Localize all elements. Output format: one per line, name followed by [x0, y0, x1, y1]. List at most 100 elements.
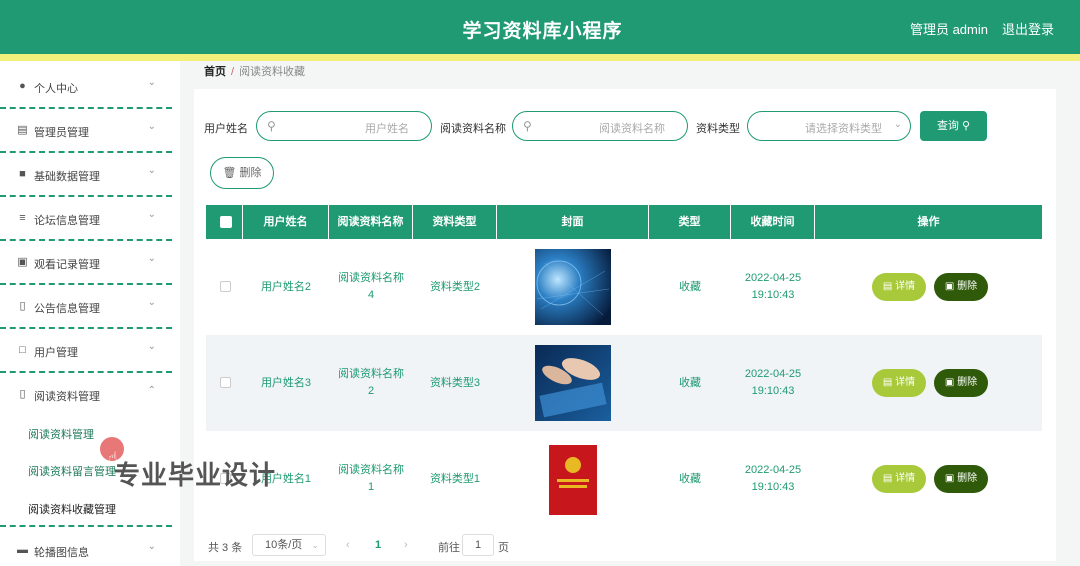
- sidebar-subitem-material-comments[interactable]: 阅读资料留言管理: [28, 463, 116, 479]
- clipboard-icon: ▯: [19, 300, 26, 312]
- sidebar-item-carousel[interactable]: ▬ 轮播图信息 ⌄: [0, 529, 172, 566]
- column-header: 用户姓名: [243, 205, 329, 239]
- clipboard-icon: ▯: [19, 388, 26, 400]
- chevron-down-icon: ⌄: [311, 540, 319, 550]
- cover-image: [535, 441, 611, 517]
- sidebar-item-label: 轮播图信息: [34, 547, 89, 559]
- trash-icon: ▣: [944, 377, 955, 388]
- current-page[interactable]: 1: [375, 539, 381, 551]
- detail-button[interactable]: ▤ 详情: [872, 369, 926, 397]
- table-row: 用户姓名1 阅读资料名称1 资料类型1 收藏 2022-04-25 19:10:…: [206, 431, 1042, 527]
- cell-material: 阅读资料名称1: [338, 464, 404, 493]
- sidebar-item-watch-records[interactable]: ▣ 观看记录管理 ⌄: [0, 241, 172, 285]
- username-input[interactable]: ⚲ 用户姓名: [256, 111, 432, 141]
- material-placeholder: 阅读资料名称: [599, 123, 665, 135]
- detail-button[interactable]: ▤ 详情: [872, 273, 926, 301]
- chevron-up-icon: ⌃: [147, 385, 156, 396]
- batch-delete-button[interactable]: 🗑 删除: [210, 157, 274, 189]
- column-header: 封面: [497, 205, 649, 239]
- favorite-date: 2022-04-25: [744, 464, 802, 476]
- sidebar-item-forum[interactable]: ≡ 论坛信息管理 ⌄: [0, 197, 172, 241]
- trash-icon: ▣: [944, 281, 955, 292]
- delete-button[interactable]: ▣ 删除: [934, 465, 988, 493]
- detail-button-label: 详情: [895, 281, 916, 292]
- chevron-down-icon: ⌄: [147, 253, 156, 264]
- file-icon: ▤: [882, 377, 893, 388]
- cell-material-type: 资料类型2: [429, 280, 481, 293]
- row-checkbox[interactable]: [220, 377, 231, 388]
- page-unit: 页: [498, 542, 509, 554]
- table-row: 用户姓名2 阅读资料名称4 资料类型2 收藏 2022-04-25 19:10:…: [206, 239, 1042, 335]
- type-placeholder: 请选择资料类型: [805, 123, 882, 135]
- cell-favorite-time: 2022-04-25 19:10:43: [731, 335, 815, 431]
- table-row: 用户姓名3 阅读资料名称2 资料类型3 收藏 2022-04-25 19:10:…: [206, 335, 1042, 431]
- chevron-down-icon: ⌄: [147, 341, 156, 352]
- chevron-down-icon: ⌄: [893, 119, 902, 130]
- sidebar-divider: [0, 525, 172, 527]
- cell-kind: 收藏: [679, 376, 701, 389]
- query-button[interactable]: 查询 ⚲: [920, 111, 987, 141]
- sidebar-item-label: 公告信息管理: [34, 303, 100, 315]
- cell-material: 阅读资料名称2: [338, 368, 404, 397]
- file-icon: ▤: [882, 281, 893, 292]
- cover-image: [535, 345, 611, 421]
- search-icon: ⚲: [267, 119, 276, 133]
- detail-button[interactable]: ▤ 详情: [872, 465, 926, 493]
- next-page-icon[interactable]: ›: [404, 539, 408, 551]
- favorite-time: 19:10:43: [751, 385, 795, 397]
- cell-favorite-time: 2022-04-25 19:10:43: [731, 431, 815, 527]
- sidebar-item-label: 基础数据管理: [34, 171, 100, 183]
- prev-page-icon[interactable]: ‹: [346, 539, 350, 551]
- row-checkbox[interactable]: [220, 281, 231, 292]
- chevron-down-icon: ⌄: [147, 297, 156, 308]
- sidebar-item-label: 阅读资料管理: [34, 391, 100, 403]
- chevron-down-icon: ⌄: [147, 121, 156, 132]
- trash-icon: 🗑: [222, 167, 237, 179]
- goto-page-input[interactable]: 1: [462, 534, 494, 556]
- sidebar-item-notices[interactable]: ▯ 公告信息管理 ⌄: [0, 285, 172, 329]
- favorite-time: 19:10:43: [751, 481, 795, 493]
- delete-button[interactable]: ▣ 删除: [934, 369, 988, 397]
- main-content: 首页 / 阅读资料收藏 用户姓名 ⚲ 用户姓名 阅读资料名称 ⚲ 阅读资料名称 资料…: [180, 61, 1080, 566]
- delete-button-label: 删除: [957, 473, 978, 484]
- breadcrumb-home[interactable]: 首页: [204, 66, 226, 78]
- sidebar-subitem-materials[interactable]: 阅读资料管理: [28, 426, 94, 442]
- cell-material-type: 资料类型3: [429, 376, 481, 389]
- comment-icon: ■: [19, 168, 26, 180]
- sidebar-subitem-material-favorites[interactable]: 阅读资料收藏管理: [28, 501, 116, 517]
- file-icon: ▤: [882, 473, 893, 484]
- query-button-label: 查询: [936, 120, 959, 132]
- sidebar-item-label: 个人中心: [34, 83, 78, 95]
- sidebar-item-profile[interactable]: ● 个人中心 ⌄: [0, 65, 172, 109]
- watermark-text: 专业毕业设计: [114, 461, 277, 491]
- sidebar-item-basic-data[interactable]: ■ 基础数据管理 ⌄: [0, 153, 172, 197]
- cell-kind: 收藏: [679, 280, 701, 293]
- sidebar-item-admin[interactable]: ▤ 管理员管理 ⌄: [0, 109, 172, 153]
- cell-kind: 收藏: [679, 472, 701, 485]
- sidebar-item-label: 管理员管理: [34, 127, 89, 139]
- chevron-down-icon: ⌄: [147, 541, 156, 552]
- cell-material: 阅读资料名称4: [338, 272, 404, 301]
- select-all-checkbox[interactable]: [220, 216, 232, 228]
- user-icon: ●: [19, 80, 26, 92]
- material-input[interactable]: ⚲ 阅读资料名称: [512, 111, 688, 141]
- sidebar-item-users[interactable]: □ 用户管理 ⌄: [0, 329, 172, 373]
- logout-link[interactable]: 退出登录: [1002, 19, 1054, 38]
- delete-button[interactable]: ▣ 删除: [934, 273, 988, 301]
- search-icon: ⚲: [523, 119, 532, 133]
- sidebar-item-label: 观看记录管理: [34, 259, 100, 271]
- pagination-total: 共 3 条: [208, 542, 243, 554]
- page-size-select[interactable]: 10条/页 ⌄: [252, 534, 326, 556]
- column-header: 收藏时间: [731, 205, 815, 239]
- type-select[interactable]: 请选择资料类型 ⌄: [747, 111, 911, 141]
- sidebar-item-reading-materials[interactable]: ▯ 阅读资料管理 ⌃: [0, 373, 172, 417]
- sidebar-item-label: 用户管理: [34, 347, 78, 359]
- current-user: 管理员 admin: [909, 22, 988, 37]
- cell-username: 用户姓名3: [260, 376, 312, 389]
- goto-label: 前往: [438, 542, 460, 554]
- column-header: 类型: [649, 205, 731, 239]
- header-check-cell: [206, 205, 243, 239]
- briefcase-icon: ▣: [17, 256, 28, 268]
- sidebar-item-label: 论坛信息管理: [34, 215, 100, 227]
- delete-button-label: 删除: [957, 377, 978, 388]
